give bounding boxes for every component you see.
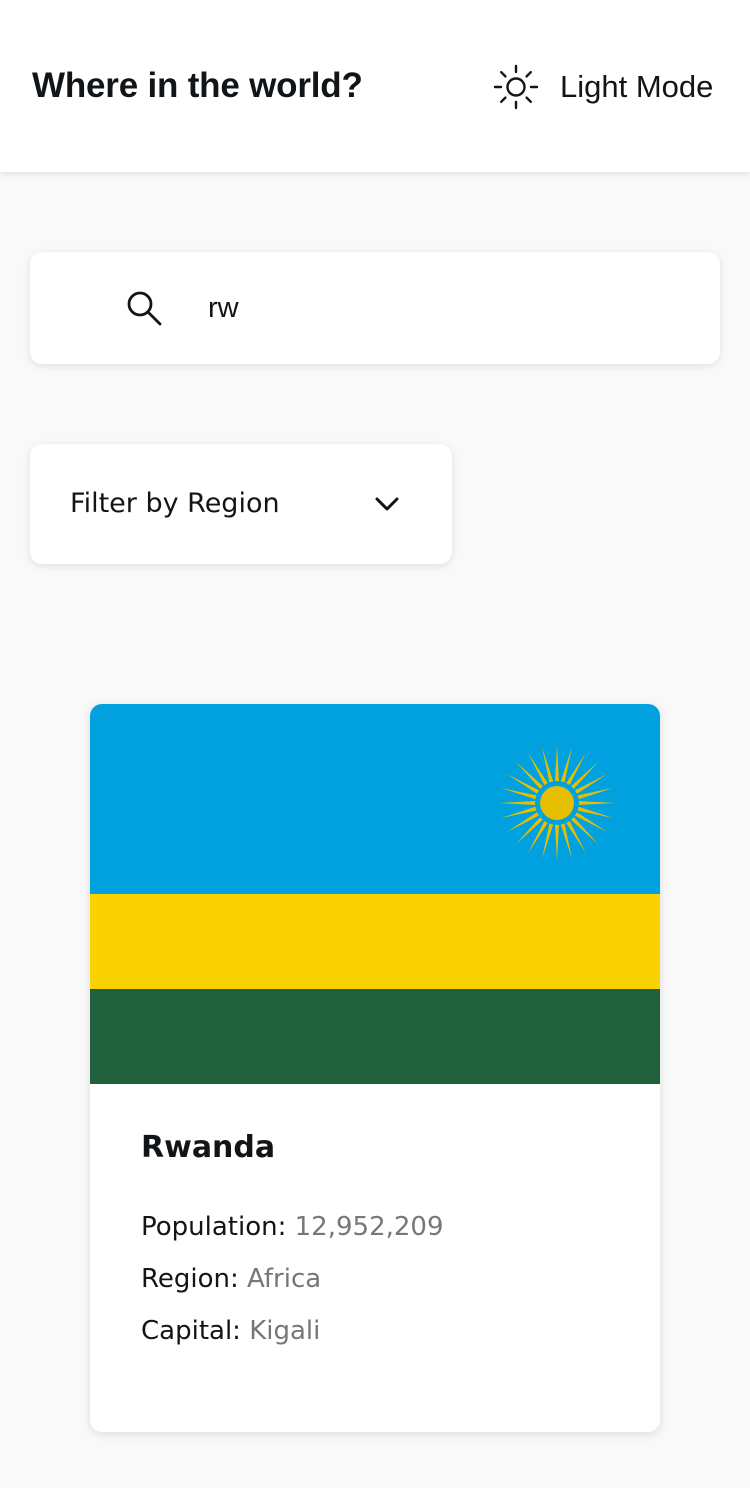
country-card[interactable]: Rwanda Population: 12,952,209 Region: Af… xyxy=(90,704,660,1432)
region-filter-dropdown[interactable]: Filter by Region xyxy=(30,444,452,564)
capital-value: Kigali xyxy=(249,1316,321,1346)
search-icon xyxy=(127,291,162,326)
capital-stat: Capital: Kigali xyxy=(141,1316,320,1346)
chevron-down-icon xyxy=(375,497,399,511)
population-label: Population: xyxy=(141,1212,287,1242)
theme-toggle-button[interactable]: Light Mode xyxy=(493,62,713,112)
sun-icon xyxy=(493,64,539,110)
population-value: 12,952,209 xyxy=(294,1212,444,1242)
search-box[interactable] xyxy=(30,252,720,364)
sun-disc xyxy=(540,786,574,820)
search-input[interactable] xyxy=(208,282,688,334)
capital-label: Capital: xyxy=(141,1316,241,1346)
top-bar: Where in the world? Light Mode xyxy=(0,0,750,172)
country-name: Rwanda xyxy=(141,1130,276,1165)
app-title: Where in the world? xyxy=(32,66,363,105)
rwanda-flag xyxy=(90,704,660,1084)
filter-label: Filter by Region xyxy=(70,488,280,519)
region-stat: Region: Africa xyxy=(141,1264,321,1294)
population-stat: Population: 12,952,209 xyxy=(141,1212,444,1242)
region-label: Region: xyxy=(141,1264,239,1294)
region-value: Africa xyxy=(247,1264,322,1294)
theme-toggle-label: Light Mode xyxy=(560,69,714,104)
